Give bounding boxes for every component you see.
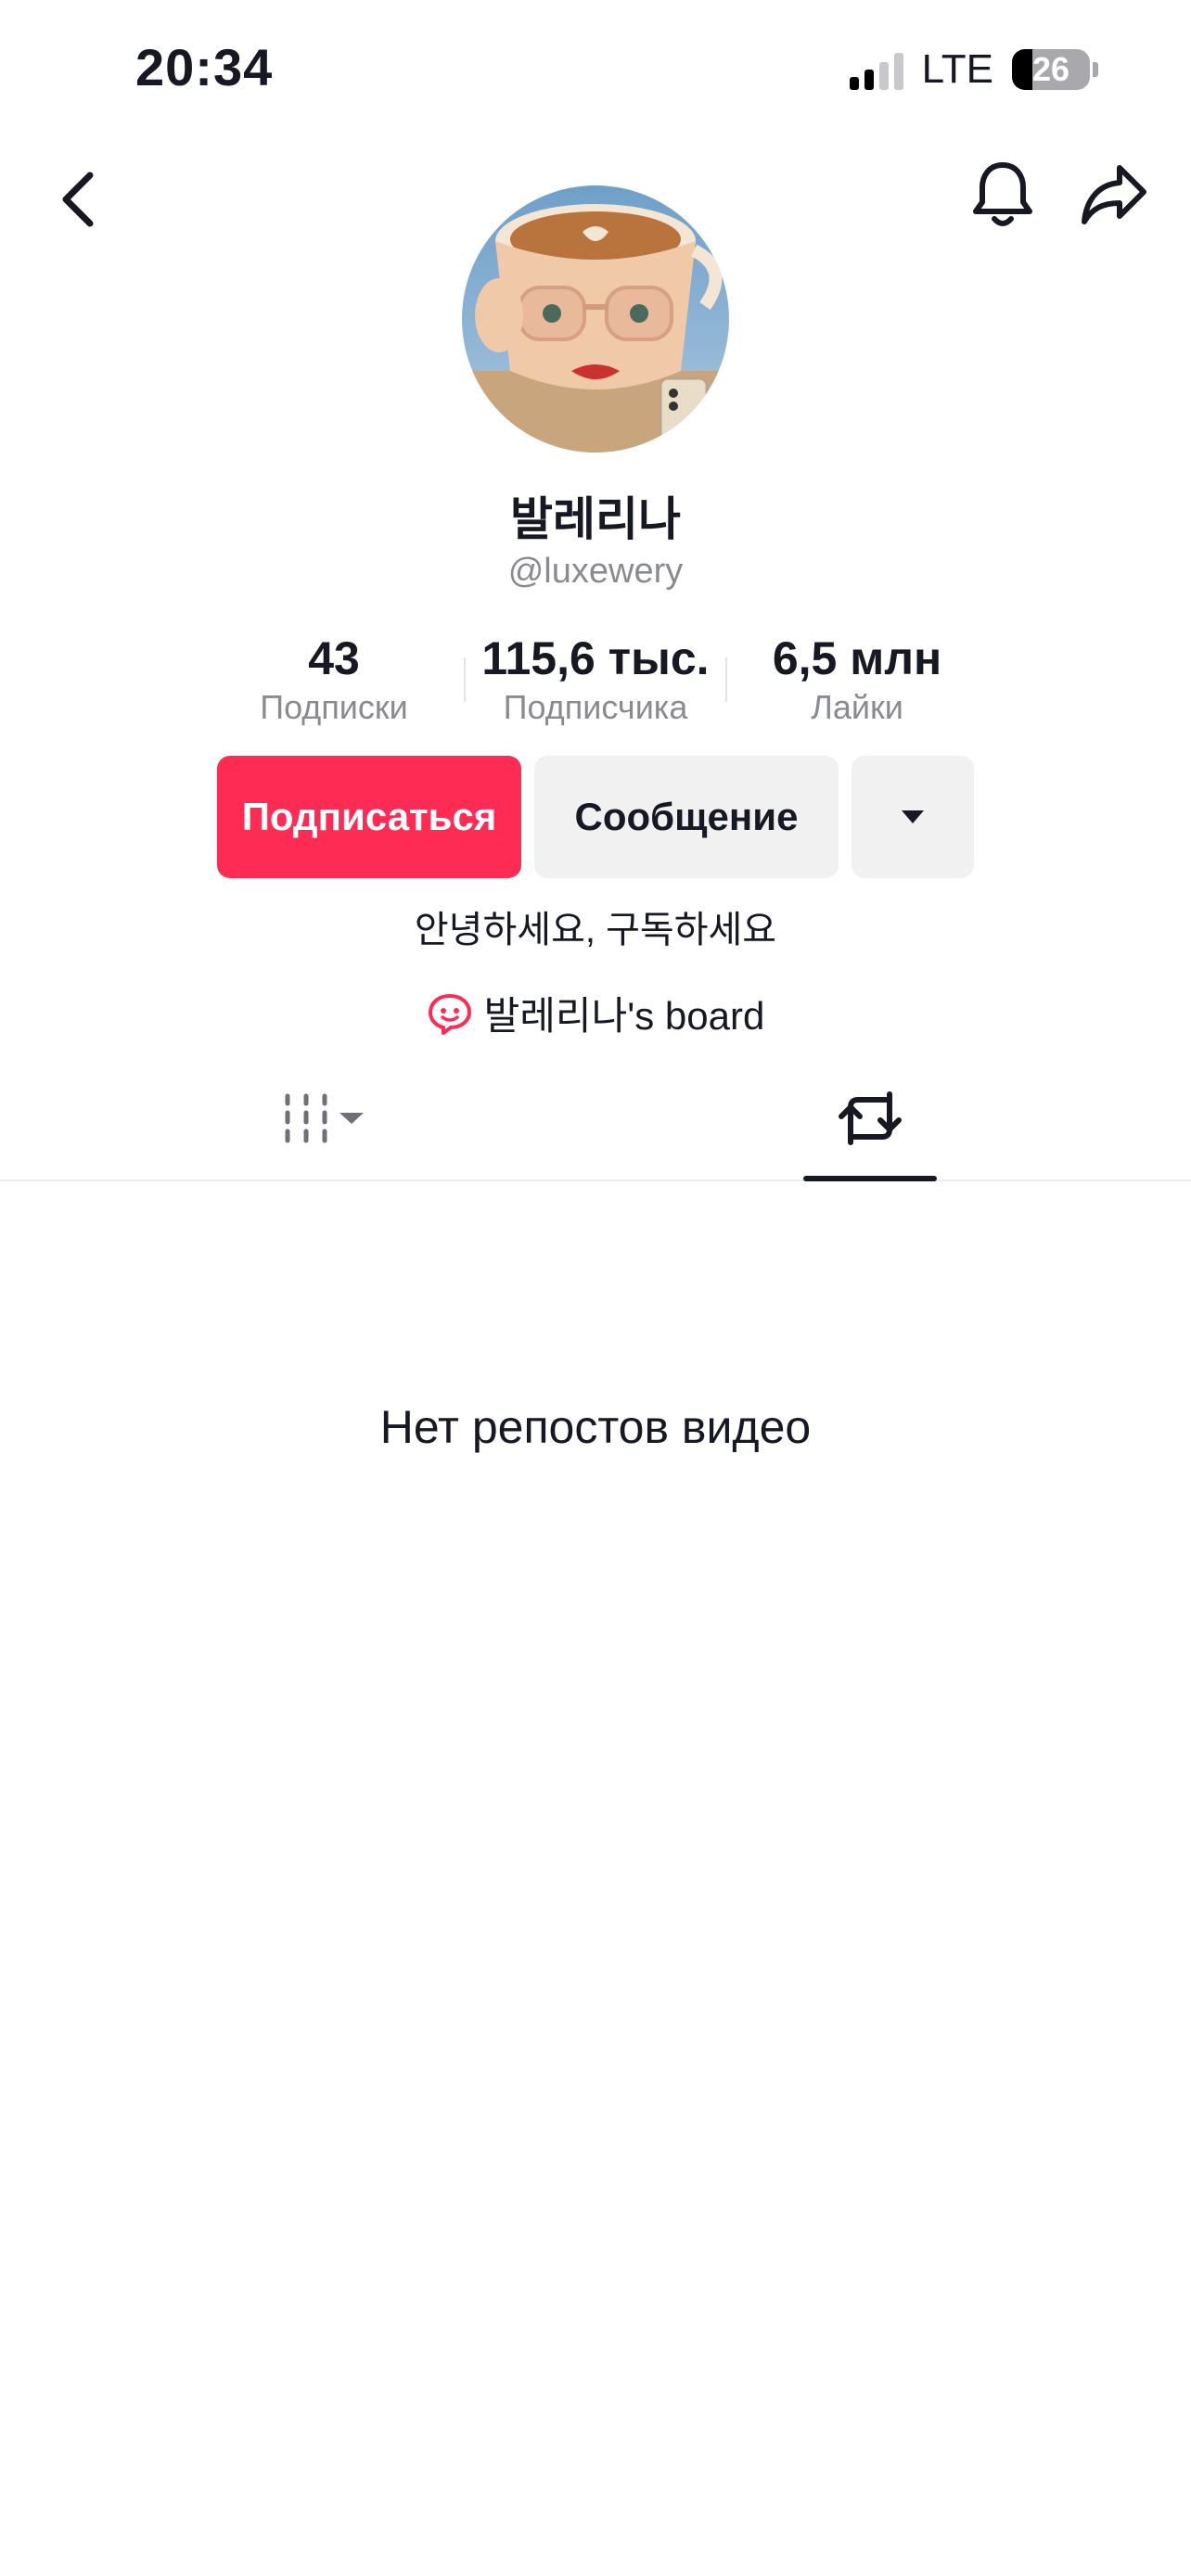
status-indicators: LTE 26 <box>849 46 1098 93</box>
board-label: 발레리나's board <box>483 994 765 1038</box>
back-button[interactable] <box>37 158 121 241</box>
stat-followers[interactable]: 115,6 тыс. Подписчика <box>466 631 725 729</box>
empty-state-message: Нет репостов видео <box>379 1401 812 1453</box>
notification-bell-button[interactable] <box>961 153 1044 236</box>
avatar-image <box>462 185 729 453</box>
username-handle: @luxewery <box>507 552 684 591</box>
chat-bubble-smile-icon <box>428 993 471 1035</box>
profile-bio: 안녕하세요, 구독하세요 <box>414 910 777 950</box>
bell-icon <box>973 162 1032 226</box>
stat-value: 6,5 млн <box>772 632 942 684</box>
stat-likes[interactable]: 6,5 млн Лайки <box>727 631 987 729</box>
chevron-left-icon <box>62 172 94 227</box>
display-name: 발레리나 <box>510 493 681 545</box>
battery-icon: 26 <box>1012 49 1098 90</box>
stat-value: 115,6 тыс. <box>481 632 710 684</box>
profile-stats: 43 Подписки 115,6 тыс. Подписчика 6,5 мл… <box>204 631 987 729</box>
grid-lines-icon <box>285 1093 364 1143</box>
follow-button[interactable]: Подписаться <box>217 756 521 878</box>
message-button[interactable]: Сообщение <box>534 756 839 878</box>
stat-label: Подписки <box>260 688 408 726</box>
share-arrow-icon <box>1082 165 1146 224</box>
repost-icon <box>839 1091 902 1145</box>
tab-videos-grid[interactable] <box>260 1057 390 1180</box>
profile-tabs <box>0 1057 1191 1181</box>
avatar[interactable] <box>462 185 729 453</box>
stat-value: 43 <box>308 632 360 684</box>
board-link[interactable]: 발레리나's board <box>0 985 1191 1041</box>
share-button[interactable] <box>1072 153 1156 236</box>
battery-percent: 26 <box>1031 50 1070 88</box>
signal-icon <box>849 49 903 90</box>
stat-following[interactable]: 43 Подписки <box>204 631 464 729</box>
status-time: 20:34 <box>135 38 274 96</box>
selected-tab-indicator <box>803 1176 937 1181</box>
network-type: LTE <box>921 46 993 92</box>
more-options-button[interactable] <box>852 756 974 878</box>
tab-reposts[interactable] <box>803 1057 937 1180</box>
caret-down-icon <box>902 810 924 823</box>
stat-label: Подписчика <box>503 688 688 726</box>
stat-label: Лайки <box>811 688 903 726</box>
